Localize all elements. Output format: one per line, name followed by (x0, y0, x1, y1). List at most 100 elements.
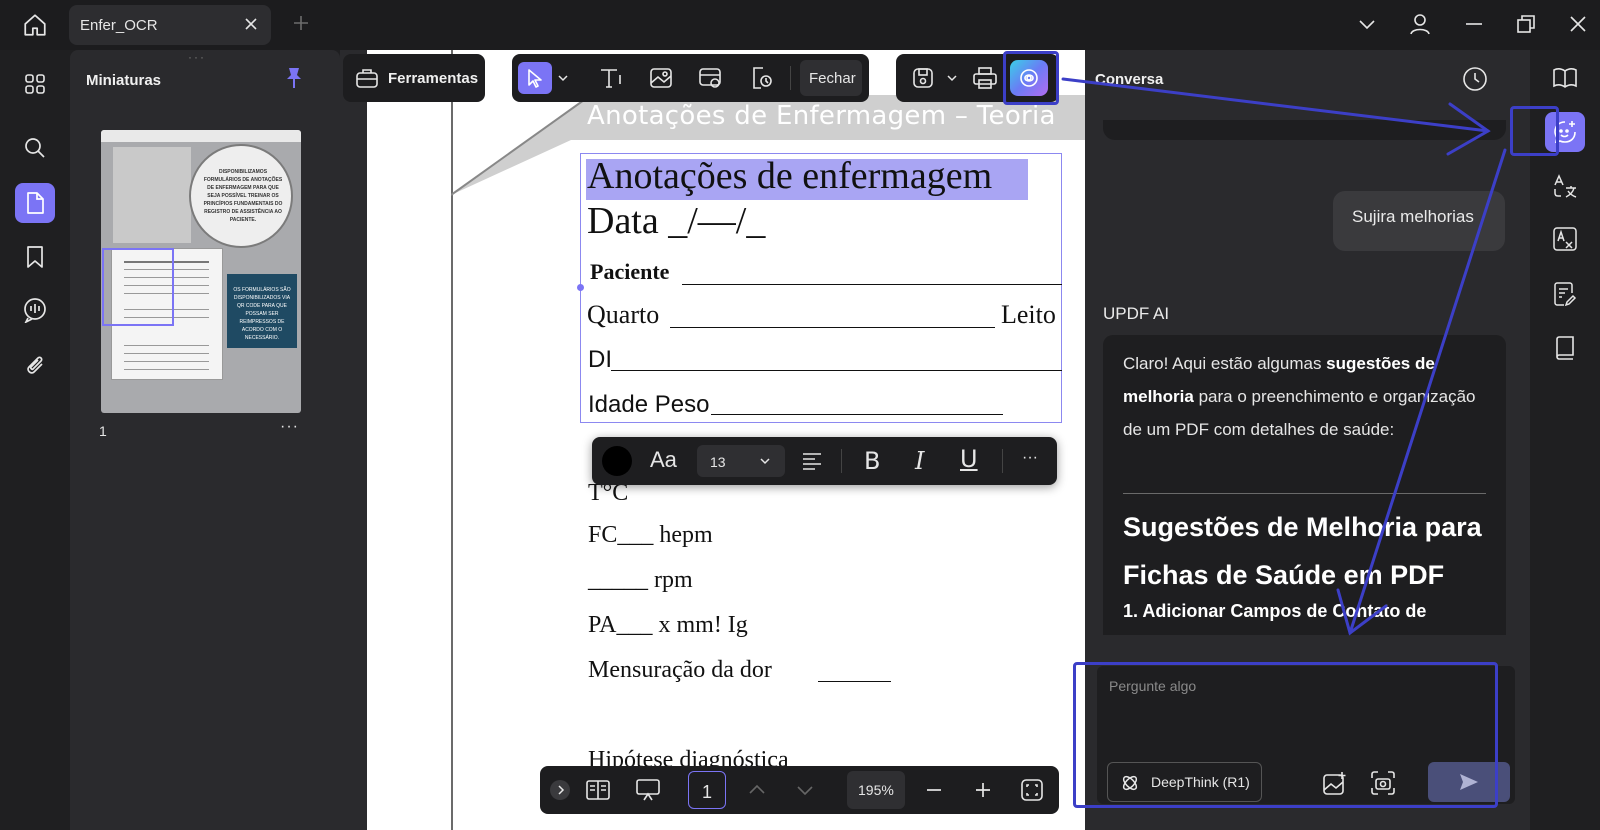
zoom-out-icon[interactable] (925, 781, 943, 799)
font-size-select[interactable]: 13 (697, 445, 785, 477)
page-layout-icon[interactable] (585, 779, 611, 801)
comment-icon[interactable] (15, 290, 55, 330)
next-page-icon[interactable] (796, 784, 814, 798)
ai-response-intro: Claro! Aqui estão algumas sugestões de m… (1123, 354, 1476, 439)
chat-title: Conversa (1095, 71, 1164, 88)
format-divider (841, 449, 842, 473)
form-icon[interactable] (1545, 274, 1585, 314)
grid-icon[interactable] (15, 64, 55, 104)
age-line (711, 414, 1003, 415)
title-bar: Enfer_OCR (0, 0, 1600, 50)
print-icon[interactable] (968, 62, 1002, 94)
text-format-toolbar: Aa 13 B I U ··· (592, 437, 1057, 485)
format-divider (1002, 449, 1003, 473)
link-tool-icon[interactable] (694, 62, 728, 94)
room-line (670, 327, 995, 328)
doc-room-label[interactable]: Quarto (587, 300, 659, 330)
doc-date-field[interactable]: Data _/—/_ (587, 199, 765, 243)
close-tab-icon[interactable] (243, 16, 259, 32)
pages-icon[interactable] (15, 183, 55, 223)
page-number-input[interactable]: 1 (688, 771, 726, 809)
user-icon[interactable] (1408, 12, 1432, 36)
resize-handle[interactable] (577, 284, 584, 291)
translate-icon[interactable] (1545, 166, 1585, 206)
doc-heading[interactable]: Anotações de enfermagem (587, 154, 992, 198)
doc-fr[interactable]: _____ rpm (588, 567, 693, 594)
doc-fc[interactable]: FC___ hepm (588, 522, 713, 549)
page-number: 1 (99, 423, 107, 439)
edit-toolbar: Fechar (512, 54, 869, 102)
user-message-text: Sujira melhorias (1352, 207, 1474, 226)
save-icon[interactable] (906, 62, 940, 94)
document-tab[interactable]: Enfer_OCR (69, 5, 271, 45)
ai-response-box: Claro! Aqui estão algumas sugestões de m… (1103, 335, 1506, 635)
align-icon[interactable] (801, 450, 823, 472)
thumbnails-panel: ··· Miniaturas DISPONIBILIZAMOS FORMULÁR… (70, 50, 340, 830)
page-more-button[interactable]: ··· (280, 418, 299, 436)
fit-page-icon[interactable] (1020, 778, 1044, 802)
current-page: 1 (702, 782, 713, 802)
tools-label: Ferramentas (388, 70, 479, 87)
page-banner-title: Anotações de Enfermagem – Teoria (587, 101, 1056, 131)
right-toolbar (1530, 50, 1600, 830)
home-icon[interactable] (18, 10, 52, 40)
doc-pain[interactable]: Mensuração da dor (588, 657, 772, 684)
zoom-input[interactable]: 195% (847, 771, 905, 809)
font-family-button[interactable]: Aa (650, 447, 677, 473)
select-tool[interactable] (518, 62, 552, 94)
history-icon[interactable] (1461, 65, 1489, 93)
text-tool-icon[interactable] (594, 62, 628, 94)
left-toolbar (0, 50, 70, 830)
patient-line (682, 284, 1062, 285)
drag-handle[interactable]: ··· (188, 50, 206, 64)
more-options-button[interactable]: ··· (1022, 449, 1038, 467)
panel-title: Miniaturas (86, 72, 162, 89)
close-edit-label: Fechar (809, 70, 856, 87)
page-navigation-bar: 1 195% (540, 766, 1059, 814)
bold-icon[interactable]: B (864, 447, 880, 475)
presentation-icon[interactable] (635, 778, 661, 802)
di-line (611, 370, 1062, 371)
book-icon[interactable] (1545, 328, 1585, 368)
toolbox-icon (355, 66, 379, 90)
pin-icon[interactable] (284, 66, 304, 90)
thumb-circle-text: DISPONIBILIZAMOS FORMULÁRIOS DE ANOTAÇÕE… (203, 169, 283, 223)
doc-patient-label[interactable]: Paciente (590, 259, 669, 285)
new-tab-icon[interactable] (292, 14, 310, 32)
chevron-down-icon (759, 455, 771, 467)
doc-di-label[interactable]: DI (588, 346, 612, 374)
toolbar-divider (790, 66, 791, 90)
doc-bed-label[interactable]: Leito (1001, 300, 1056, 330)
underline-icon[interactable]: U (960, 445, 978, 473)
chevron-down-icon[interactable] (1356, 13, 1378, 35)
reader-icon[interactable] (1545, 58, 1585, 98)
search-icon[interactable] (15, 128, 55, 168)
thumbnail-selection (102, 248, 174, 326)
italic-icon[interactable]: I (915, 447, 924, 475)
tools-button[interactable]: Ferramentas (343, 54, 485, 102)
doc-pa[interactable]: PA___ x mm! Ig (588, 612, 748, 639)
previous-page-icon[interactable] (748, 782, 766, 796)
ai-response-heading: Sugestões de Melhoria para Fichas de Saú… (1123, 512, 1482, 590)
attachment-icon[interactable] (15, 345, 55, 385)
zoom-value: 195% (858, 782, 894, 798)
minimize-icon[interactable] (1464, 14, 1484, 34)
ocr-icon[interactable] (1545, 219, 1585, 259)
watermark-tool-icon[interactable] (744, 62, 778, 94)
zoom-in-icon[interactable] (974, 781, 992, 799)
font-size-value: 13 (710, 454, 726, 470)
doc-age-weight-label[interactable]: Idade Peso (588, 391, 709, 419)
image-tool-icon[interactable] (644, 62, 678, 94)
page-thumbnail[interactable]: DISPONIBILIZAMOS FORMULÁRIOS DE ANOTAÇÕE… (101, 130, 301, 413)
user-message-bubble: Sujira melhorias (1333, 191, 1505, 251)
close-edit-button[interactable]: Fechar (800, 60, 862, 96)
annotation-box-input (1073, 662, 1498, 808)
close-window-icon[interactable] (1568, 14, 1588, 34)
thumb-box-text: OS FORMULÁRIOS SÃO DISPONIBILIZADOS VIA … (233, 287, 291, 341)
restore-icon[interactable] (1516, 14, 1536, 34)
expand-nav-icon[interactable] (550, 780, 570, 800)
chevron-down-icon[interactable] (557, 72, 569, 84)
text-color-swatch[interactable] (602, 446, 632, 476)
chevron-down-icon[interactable] (946, 72, 958, 84)
bookmark-icon[interactable] (15, 237, 55, 277)
